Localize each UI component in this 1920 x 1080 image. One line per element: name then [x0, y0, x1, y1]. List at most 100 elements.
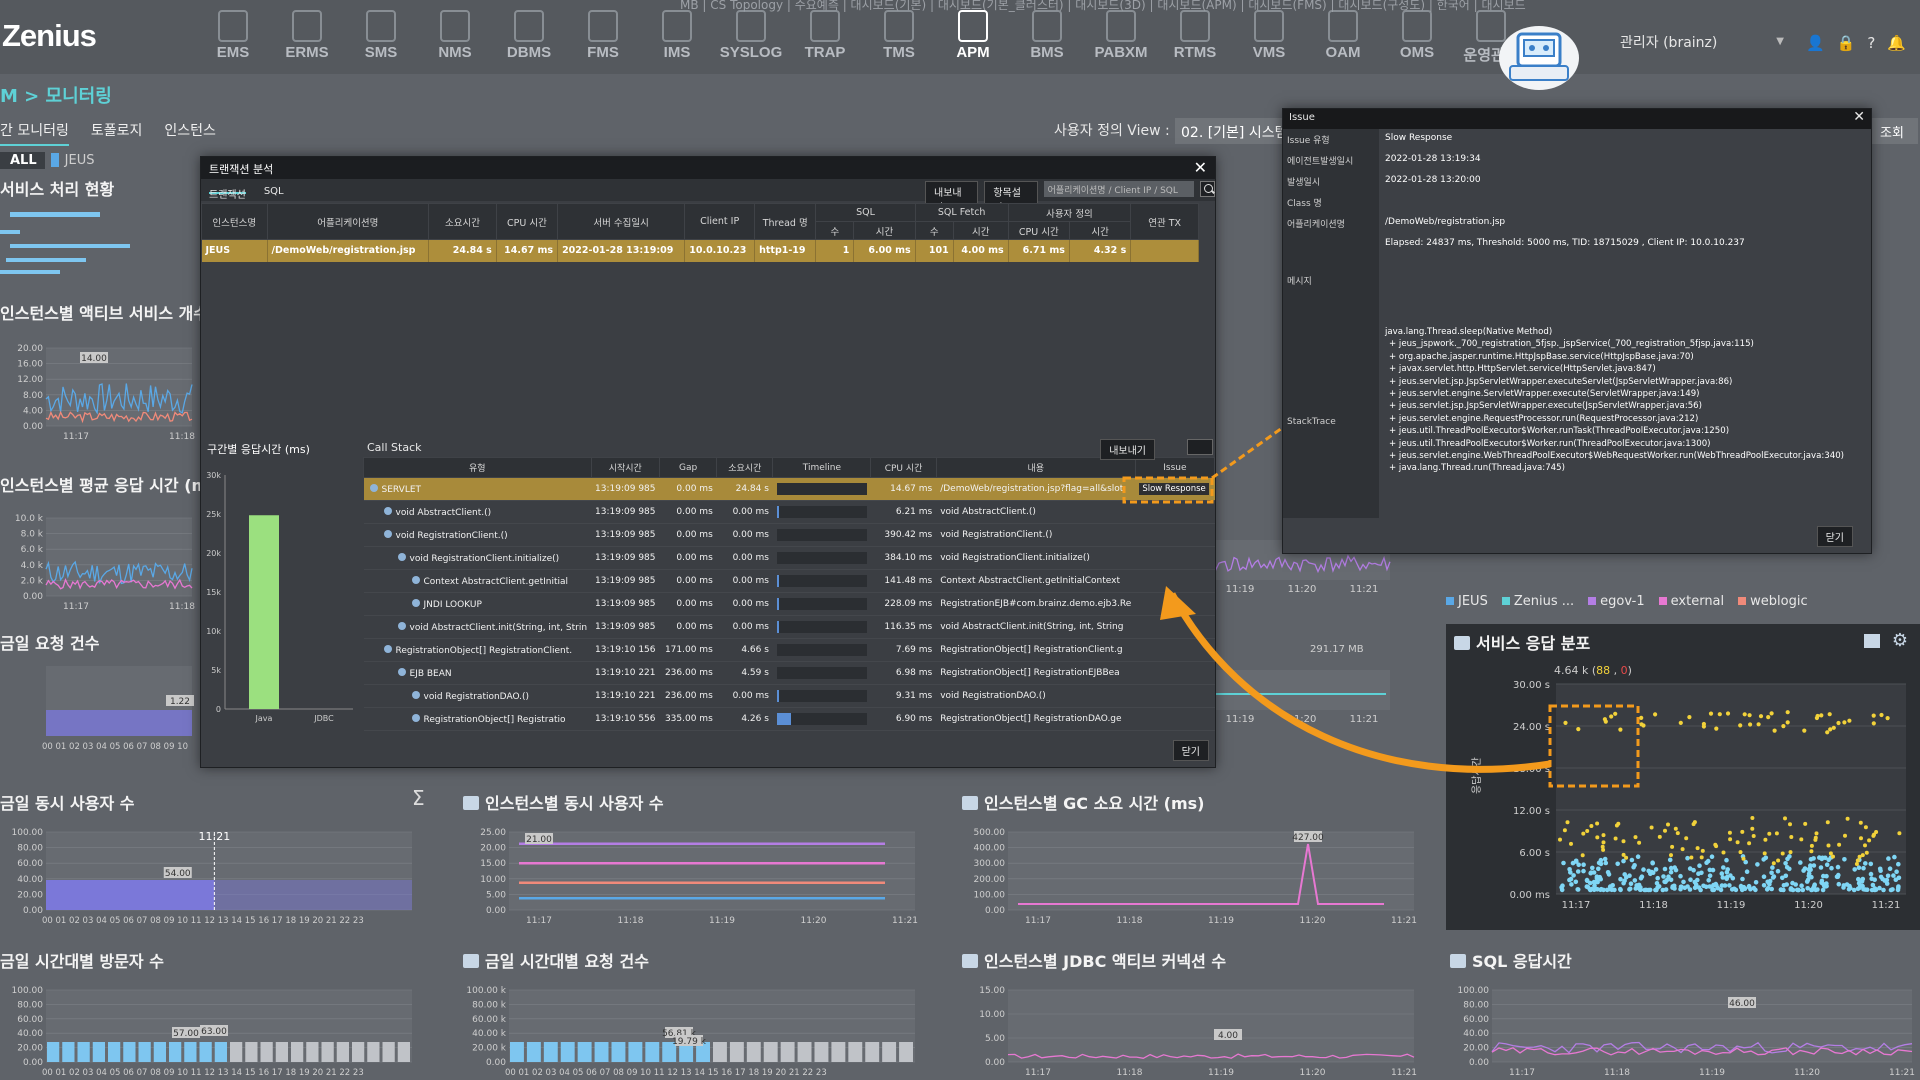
nav-item-11[interactable]: BMS [1010, 8, 1084, 65]
filter-all[interactable]: ALL [0, 151, 45, 169]
call-stack-row[interactable]: void AbstractClient.() 13:19:09 985 0.00 m… [363, 500, 1215, 524]
tab-instance[interactable]: 인스턴스 [164, 120, 216, 146]
col-thread[interactable]: Thread 명 [754, 203, 817, 240]
nav-item-14[interactable]: VMS [1232, 8, 1306, 65]
nav-item-4[interactable]: DBMS [492, 8, 566, 65]
call-stack-row[interactable]: Context AbstractClient.getInitial 13:19:0… [363, 569, 1215, 593]
cs-col-7[interactable]: Issue [1134, 457, 1216, 478]
col-user-time[interactable]: 시간 [1068, 221, 1132, 240]
call-stack-row[interactable]: RegistrationObject[] RegistrationClient.… [363, 638, 1215, 662]
call-stack-row[interactable]: JNDI LOOKUP 13:19:09 985 0.00 ms 0.00 ms 228… [363, 592, 1215, 616]
cs-cell-issue[interactable]: Slow Response [1135, 477, 1215, 501]
nav-item-3[interactable]: NMS [418, 8, 492, 65]
nav-item-7[interactable]: SYSLOG [714, 8, 788, 65]
nav-item-9[interactable]: TMS [862, 8, 936, 65]
close-icon[interactable]: ✕ [1853, 109, 1865, 125]
tab-sql[interactable]: SQL [264, 186, 284, 197]
issue-close-button[interactable]: 닫기 [1816, 526, 1853, 547]
table-row[interactable]: JEUS /DemoWeb/registration.jsp 24.84 s 1… [201, 239, 1199, 262]
gear-icon[interactable]: ⚙ [1892, 630, 1908, 651]
cs-cell-issue[interactable] [1135, 546, 1215, 570]
nav-item-6[interactable]: IMS [640, 8, 714, 65]
nav-item-15[interactable]: OAM [1306, 8, 1380, 65]
cs-col-2[interactable]: Gap [658, 457, 718, 478]
nav-item-13[interactable]: RTMS [1158, 8, 1232, 65]
close-button[interactable]: 닫기 [1172, 740, 1209, 761]
legend-item[interactable]: JEUS [1446, 594, 1488, 609]
cs-cell-issue[interactable] [1135, 523, 1215, 547]
legend-item[interactable]: Zenius ... [1501, 594, 1574, 609]
call-stack-row[interactable]: EJB BEAN 13:19:10 221 236.00 ms 4.59 s 6.98 … [363, 661, 1215, 685]
callstack-export-button[interactable]: 내보내기 [1100, 439, 1155, 460]
col-user-cpu[interactable]: CPU 시간 [1007, 221, 1070, 240]
scatter-point [1835, 864, 1841, 870]
tab-realtime[interactable]: 간 모니터링 [0, 120, 69, 146]
lock-icon[interactable]: 🔒 [1837, 34, 1856, 52]
nav-item-10[interactable]: APM [936, 8, 1010, 65]
tab-topology[interactable]: 토폴로지 [91, 120, 143, 146]
col-collected[interactable]: 서버 수집일시 [557, 203, 686, 240]
cs-cell-issue[interactable] [1135, 592, 1215, 616]
view-select[interactable]: 02. [기본] 시스템 [1175, 118, 1285, 144]
nav-item-1[interactable]: ERMS [270, 8, 344, 65]
filter-jeus[interactable]: JEUS [65, 153, 95, 168]
col-instance[interactable]: 인스턴스명 [201, 203, 268, 240]
help-icon[interactable]: ? [1867, 34, 1875, 52]
filter-icon[interactable] [1187, 439, 1213, 455]
cs-col-3[interactable]: 소요시간 [716, 457, 774, 478]
cs-cell-issue[interactable] [1135, 615, 1215, 639]
nav-item-2[interactable]: SMS [344, 8, 418, 65]
legend-item[interactable]: external [1658, 594, 1724, 609]
cs-col-5[interactable]: CPU 시간 [870, 457, 937, 478]
cs-cell-start: 13:19:10 221 [591, 661, 660, 685]
nav-item-12[interactable]: PABXM [1084, 8, 1158, 65]
nav-item-0[interactable]: EMS [196, 8, 270, 65]
cs-col-6[interactable]: 내용 [935, 457, 1136, 478]
nav-item-8[interactable]: TRAP [788, 8, 862, 65]
nav-item-5[interactable]: FMS [566, 8, 640, 65]
export-icon[interactable] [1864, 634, 1880, 648]
call-stack-row[interactable]: void RegistrationClient.() 13:19:09 985 0.… [363, 523, 1215, 547]
cs-cell-issue[interactable] [1135, 684, 1215, 708]
scatter-chart[interactable]: 30.00 s 24.00 s 18.00 s 12.00 s 6.00 s 0.00 m… [1446, 674, 1920, 930]
cs-cell-start: 13:19:09 985 [591, 523, 660, 547]
sigma-icon[interactable]: Σ [412, 786, 425, 810]
cs-cell-issue[interactable] [1135, 569, 1215, 593]
legend-item[interactable]: egov-1 [1588, 594, 1645, 609]
nav-item-16[interactable]: OMS [1380, 8, 1454, 65]
bell-icon[interactable]: 🔔 [1887, 34, 1906, 52]
col-fetch-time[interactable]: 시간 [952, 221, 1009, 240]
col-cpu[interactable]: CPU 시간 [495, 203, 559, 240]
col-sql-time[interactable]: 시간 [853, 221, 916, 240]
legend-item[interactable]: weblogic [1738, 594, 1808, 609]
call-stack-row[interactable]: void RegistrationClient.initialize() 13:1… [363, 546, 1215, 570]
call-stack-row[interactable]: RegistrationObject[] Registratio 13:19:10… [363, 707, 1215, 731]
search-icon[interactable] [1199, 181, 1215, 197]
call-stack-row[interactable]: SERVLET 13:19:09 985 0.00 ms 24.84 s 14.67 m… [363, 477, 1215, 501]
col-application[interactable]: 어플리케이션명 [266, 203, 430, 240]
tx-search-input[interactable]: 어플리케이션명 / Client IP / SQL [1043, 181, 1194, 197]
user-icon[interactable]: 👤 [1806, 34, 1825, 52]
lookup-button[interactable]: 조회 [1872, 118, 1918, 144]
cs-col-0[interactable]: 유형 [363, 457, 592, 478]
close-icon[interactable]: ✕ [1194, 158, 1207, 177]
cs-cell-issue[interactable] [1135, 638, 1215, 662]
cs-cell-issue[interactable] [1135, 500, 1215, 524]
assistant-robot-icon[interactable] [1496, 12, 1582, 92]
cs-col-1[interactable]: 시작시간 [590, 457, 661, 478]
cs-col-4[interactable]: Timeline [772, 457, 872, 478]
col-elapsed[interactable]: 소요시간 [428, 203, 497, 240]
col-client-ip[interactable]: Client IP [684, 203, 756, 240]
scatter-point [1738, 885, 1744, 890]
col-sql-count[interactable]: 수 [815, 221, 855, 240]
user-selector[interactable]: 관리자 (brainz) ▼ [1614, 30, 1790, 54]
cs-cell-issue[interactable] [1135, 707, 1215, 731]
call-stack-row[interactable]: void RegistrationDAO.() 13:19:10 221 236.0… [363, 684, 1215, 708]
issue-badge[interactable]: Slow Response [1139, 483, 1209, 495]
col-related-tx[interactable]: 연관 TX [1130, 203, 1199, 240]
tab-transaction[interactable]: 트랜잭션 [209, 186, 246, 201]
col-fetch-count[interactable]: 수 [914, 221, 954, 240]
scatter-point [1790, 880, 1795, 886]
call-stack-row[interactable]: void AbstractClient.init(String, int, St… [363, 615, 1215, 639]
cs-cell-issue[interactable] [1135, 661, 1215, 685]
